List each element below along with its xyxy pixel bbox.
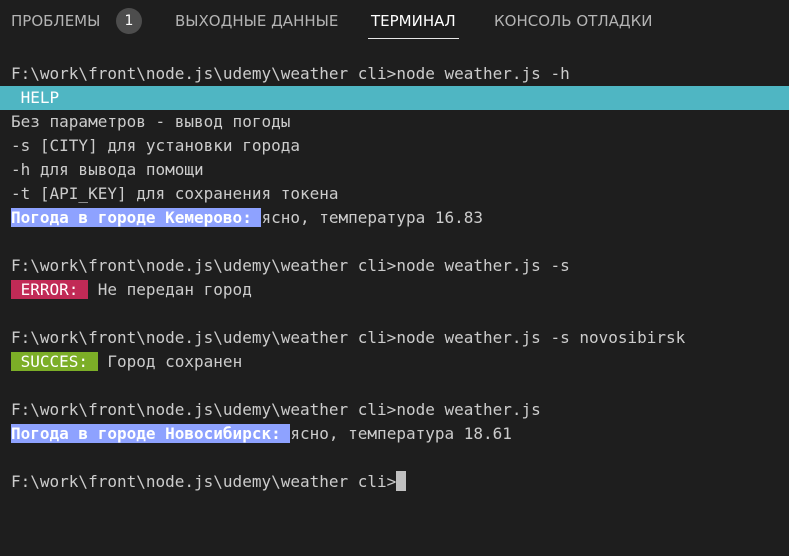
panel-tabs: ПРОБЛЕМЫ 1 ВЫХОДНЫЕ ДАННЫЕ ТЕРМИНАЛ КОНС…	[0, 0, 789, 44]
tab-debug-console[interactable]: КОНСОЛЬ ОТЛАДКИ	[494, 12, 652, 30]
command-line: F:\work\front\node.js\udemy\weather cli>…	[11, 328, 686, 347]
weather-label-badge: Погода в городе Новосибирск:	[11, 424, 291, 443]
tab-output[interactable]: ВЫХОДНЫЕ ДАННЫЕ	[175, 12, 338, 30]
prompt-line[interactable]: F:\work\front\node.js\udemy\weather cli>	[0, 470, 789, 494]
terminal-output[interactable]: F:\work\front\node.js\udemy\weather cli>…	[0, 62, 789, 494]
help-badge: HELP	[0, 86, 789, 110]
prompt-text: F:\work\front\node.js\udemy\weather cli>	[11, 472, 397, 491]
help-line: -s [CITY] для установки города	[11, 136, 300, 155]
tab-terminal[interactable]: ТЕРМИНАЛ	[368, 12, 459, 39]
success-badge: SUCCES:	[11, 352, 98, 371]
terminal-cursor	[396, 471, 407, 491]
weather-text: ясно, температура 18.61	[290, 424, 512, 443]
weather-text: ясно, температура 16.83	[261, 208, 484, 227]
problems-count-badge: 1	[116, 8, 142, 34]
error-text: Не передан город	[88, 280, 252, 299]
success-text: Город сохранен	[97, 352, 243, 371]
help-line: -h для вывода помощи	[11, 160, 204, 179]
command-line: F:\work\front\node.js\udemy\weather cli>…	[11, 64, 570, 83]
help-line: Без параметров - вывод погоды	[11, 112, 291, 131]
success-output-line: SUCCES: Город сохранен	[0, 350, 789, 374]
error-output-line: ERROR: Не передан город	[0, 278, 789, 302]
error-badge: ERROR:	[11, 280, 89, 299]
help-line: -t [API_KEY] для сохранения токена	[11, 184, 339, 203]
tab-problems[interactable]: ПРОБЛЕМЫ	[11, 12, 100, 30]
terminal-panel: ПРОБЛЕМЫ 1 ВЫХОДНЫЕ ДАННЫЕ ТЕРМИНАЛ КОНС…	[0, 0, 789, 556]
weather-output-line: Погода в городе Кемерово: ясно, температ…	[0, 206, 789, 230]
weather-output-line: Погода в городе Новосибирск: ясно, темпе…	[0, 422, 789, 446]
weather-label-badge: Погода в городе Кемерово:	[11, 208, 262, 227]
command-line: F:\work\front\node.js\udemy\weather cli>…	[11, 256, 570, 275]
command-line: F:\work\front\node.js\udemy\weather cli>…	[11, 400, 541, 419]
